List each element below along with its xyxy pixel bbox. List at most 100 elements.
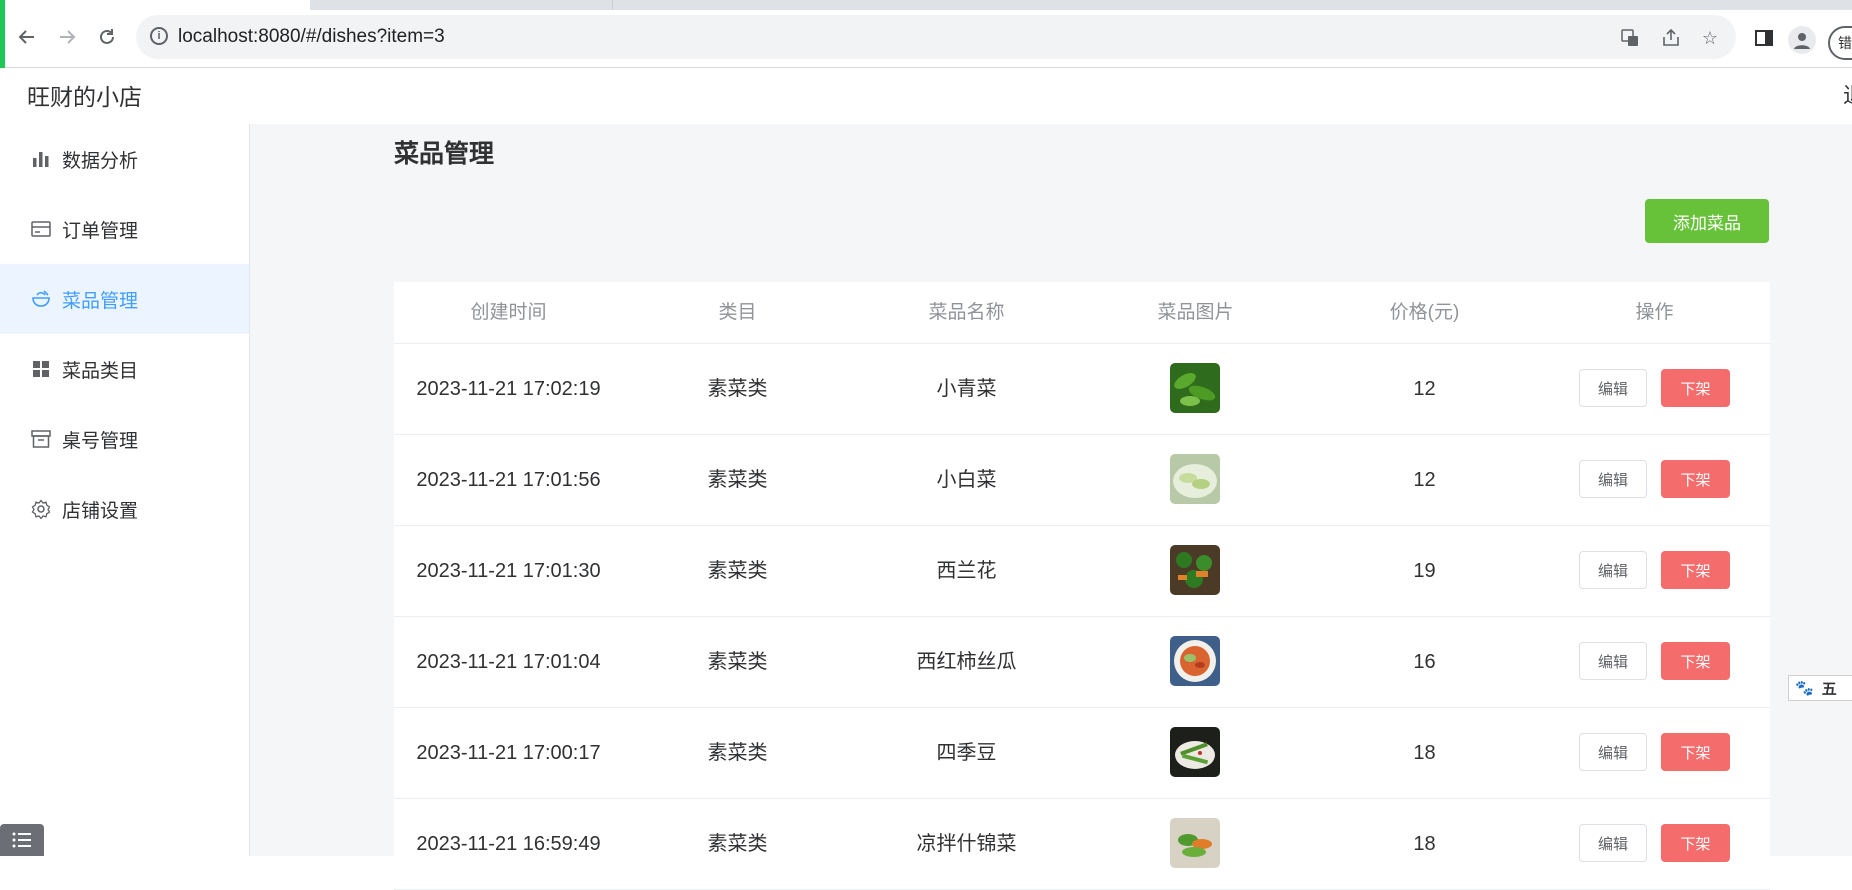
table-row: 2023-11-21 17:01:30 素菜类 西兰花 19 编辑 下架 — [394, 526, 1770, 617]
column-header: 菜品名称 — [928, 302, 1005, 323]
dish-price: 18 — [1413, 742, 1436, 764]
sidebar-item-analytics[interactable]: 数据分析 — [0, 124, 249, 194]
dish-name: 小青菜 — [936, 378, 997, 400]
reload-icon[interactable] — [94, 24, 120, 50]
take-off-shelf-button[interactable]: 下架 — [1661, 460, 1730, 498]
sidebar-item-label: 菜品管理 — [62, 290, 139, 312]
dish-image[interactable] — [1170, 636, 1220, 686]
sidebar-item-label: 订单管理 — [62, 220, 139, 242]
bar-chart-icon — [30, 148, 52, 170]
bookmark-star-icon[interactable]: ☆ — [1698, 26, 1722, 50]
page-title: 菜品管理 — [394, 140, 495, 168]
url-text[interactable]: localhost:8080/#/dishes?item=3 — [178, 26, 445, 48]
profile-chip[interactable]: 错 — [1828, 26, 1852, 60]
column-header: 价格(元) — [1389, 302, 1460, 323]
dish-name: 凉拌什锦菜 — [916, 833, 1017, 855]
dish-category: 素菜类 — [707, 833, 768, 855]
sidebar-item-dishes[interactable]: 菜品管理 — [0, 264, 249, 334]
take-off-shelf-button[interactable]: 下架 — [1661, 824, 1730, 862]
table-row: 2023-11-21 17:01:56 素菜类 小白菜 12 编辑 下架 — [394, 435, 1770, 526]
dish-name: 小白菜 — [936, 469, 997, 491]
take-off-shelf-button[interactable]: 下架 — [1661, 551, 1730, 589]
table-row: 2023-11-21 17:02:19 素菜类 小青菜 12 编辑 下架 — [394, 344, 1770, 435]
dishes-table: 创建时间 类目 菜品名称 菜品图片 价格(元) 操作 2023-11-21 17… — [394, 282, 1770, 890]
sidebar-item-label: 菜品类目 — [62, 360, 139, 382]
address-bar[interactable]: i localhost:8080/#/dishes?item=3 ☆ — [136, 15, 1736, 59]
forward-icon[interactable] — [54, 24, 80, 50]
table-row: 2023-11-21 17:00:17 素菜类 四季豆 18 编辑 下架 — [394, 708, 1770, 799]
translate-icon[interactable] — [1618, 26, 1642, 50]
dish-category: 素菜类 — [707, 378, 768, 400]
take-off-shelf-button[interactable]: 下架 — [1661, 642, 1730, 680]
dish-price: 19 — [1413, 560, 1436, 582]
tab-strip — [0, 0, 1852, 10]
gear-icon — [30, 498, 52, 520]
sidebar-item-label: 桌号管理 — [62, 430, 139, 452]
browser-toolbar: i localhost:8080/#/dishes?item=3 ☆ 错 — [0, 10, 1852, 68]
edit-button[interactable]: 编辑 — [1579, 551, 1647, 589]
shop-name: 旺财的小店 — [27, 84, 142, 110]
share-icon[interactable] — [1659, 26, 1683, 50]
edit-button[interactable]: 编辑 — [1579, 642, 1647, 680]
sidebar-item-orders[interactable]: 订单管理 — [0, 194, 249, 264]
dish-image[interactable] — [1170, 818, 1220, 868]
dish-name: 四季豆 — [936, 742, 997, 764]
card-icon — [30, 218, 52, 240]
dish-image[interactable] — [1170, 363, 1220, 413]
sidebar-item-label: 数据分析 — [62, 150, 139, 172]
dish-price: 18 — [1413, 833, 1436, 855]
table-header: 创建时间 类目 菜品名称 菜品图片 价格(元) 操作 — [394, 282, 1770, 344]
column-header: 类目 — [718, 302, 757, 323]
edit-button[interactable]: 编辑 — [1579, 733, 1647, 771]
dish-category: 素菜类 — [707, 742, 768, 764]
dish-category: 素菜类 — [707, 560, 768, 582]
inactive-tab[interactable] — [612, 0, 1852, 10]
add-dish-button[interactable]: 添加菜品 — [1645, 199, 1769, 243]
dish-price: 12 — [1413, 378, 1436, 400]
list-menu-icon[interactable] — [0, 824, 44, 856]
created-time: 2023-11-21 17:00:17 — [416, 742, 601, 764]
table-row: 2023-11-21 16:59:49 素菜类 凉拌什锦菜 18 编辑 下架 — [394, 799, 1770, 890]
take-off-shelf-button[interactable]: 下架 — [1661, 733, 1730, 771]
dish-name: 西红柿丝瓜 — [916, 651, 1017, 673]
dish-category: 素菜类 — [707, 469, 768, 491]
active-tab[interactable] — [0, 0, 310, 10]
dish-price: 16 — [1413, 651, 1436, 673]
edit-button[interactable]: 编辑 — [1579, 369, 1647, 407]
site-info-icon[interactable]: i — [150, 27, 168, 45]
ime-toolbar[interactable]: 🐾 五 — [1788, 675, 1852, 701]
ime-mode-label: 五 — [1821, 680, 1837, 698]
dish-image[interactable] — [1170, 454, 1220, 504]
dish-image[interactable] — [1170, 545, 1220, 595]
sidebar: 数据分析 订单管理 菜品管理 菜品类目 桌号管理 店铺设置 — [0, 124, 250, 856]
column-header: 菜品图片 — [1157, 302, 1234, 323]
back-icon[interactable] — [14, 24, 40, 50]
sidebar-item-settings[interactable]: 店铺设置 — [0, 474, 249, 544]
bowl-icon — [30, 288, 52, 310]
created-time: 2023-11-21 17:01:56 — [416, 469, 601, 491]
edit-button[interactable]: 编辑 — [1579, 460, 1647, 498]
logout-link[interactable]: 退 — [1843, 78, 1852, 110]
side-panel-icon[interactable] — [1752, 26, 1776, 50]
take-off-shelf-button[interactable]: 下架 — [1661, 369, 1730, 407]
created-time: 2023-11-21 17:01:30 — [416, 560, 601, 582]
column-header: 创建时间 — [470, 302, 547, 323]
sidebar-item-categories[interactable]: 菜品类目 — [0, 334, 249, 404]
app-header: 旺财的小店 退 — [0, 68, 1852, 124]
dish-price: 12 — [1413, 469, 1436, 491]
created-time: 2023-11-21 17:01:04 — [416, 651, 601, 673]
created-time: 2023-11-21 17:02:19 — [416, 378, 601, 400]
sidebar-item-tables[interactable]: 桌号管理 — [0, 404, 249, 474]
sidebar-item-label: 店铺设置 — [62, 500, 139, 522]
table-row: 2023-11-21 17:01:04 素菜类 西红柿丝瓜 16 编辑 下架 — [394, 617, 1770, 708]
created-time: 2023-11-21 16:59:49 — [416, 833, 601, 855]
paw-icon: 🐾 — [1795, 680, 1814, 697]
dish-category: 素菜类 — [707, 651, 768, 673]
edit-button[interactable]: 编辑 — [1579, 824, 1647, 862]
box-icon — [30, 428, 52, 450]
dish-image[interactable] — [1170, 727, 1220, 777]
grid-icon — [30, 358, 52, 380]
dish-name: 西兰花 — [936, 560, 997, 582]
column-header: 操作 — [1635, 302, 1674, 323]
profile-avatar-icon[interactable] — [1788, 26, 1816, 54]
